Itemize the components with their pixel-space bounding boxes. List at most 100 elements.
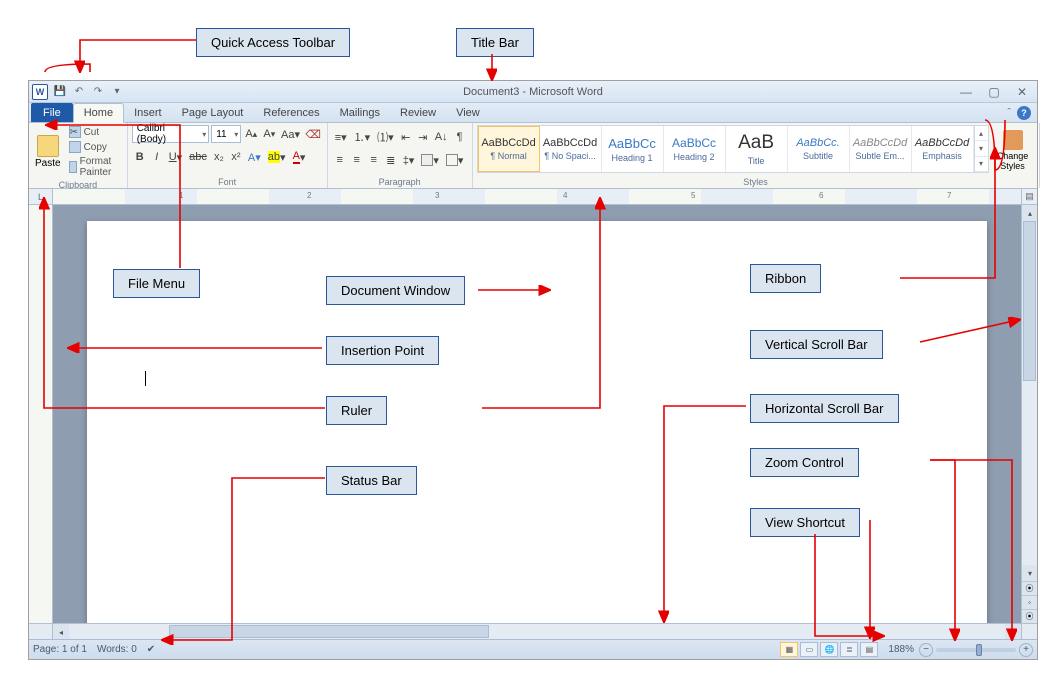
callout-status-bar: Status Bar: [326, 466, 417, 495]
text-effects-button[interactable]: A▾: [245, 148, 264, 166]
save-icon[interactable]: 💾: [51, 83, 69, 101]
scroll-down-button[interactable]: ▾: [1022, 565, 1037, 581]
style-emphasis[interactable]: AaBbCcDd Emphasis: [912, 126, 974, 172]
zoom-percent[interactable]: 188%: [886, 644, 916, 655]
align-right-button[interactable]: ≡: [366, 151, 382, 169]
underline-button[interactable]: U▾: [166, 148, 185, 166]
font-color-button[interactable]: A▾: [290, 148, 309, 166]
highlight-button[interactable]: ab▾: [265, 148, 289, 166]
style-subtle-em[interactable]: AaBbCcDd Subtle Em...: [850, 126, 912, 172]
zoom-in-button[interactable]: +: [1019, 643, 1033, 657]
sort-button[interactable]: A↓: [432, 128, 451, 146]
style-no-spacing[interactable]: AaBbCcDd ¶ No Spaci...: [540, 126, 602, 172]
tab-references[interactable]: References: [253, 103, 329, 122]
zoom-out-button[interactable]: −: [919, 643, 933, 657]
minimize-ribbon-icon[interactable]: ˆ: [1007, 107, 1011, 119]
style-label: ¶ Normal: [490, 151, 526, 161]
hscroll-thumb[interactable]: [169, 625, 489, 638]
file-tab[interactable]: File: [31, 103, 73, 122]
format-painter-button[interactable]: Format Painter: [66, 155, 123, 179]
scroll-right-button[interactable]: ▸: [1005, 624, 1021, 640]
change-styles-button[interactable]: Change Styles: [991, 125, 1035, 176]
numbering-button[interactable]: ⒈▾: [351, 128, 374, 146]
zoom-slider[interactable]: [936, 648, 1016, 652]
ruler-toggle-button[interactable]: ▤: [1021, 189, 1037, 204]
tab-home[interactable]: Home: [73, 103, 124, 123]
maximize-button[interactable]: ▢: [985, 85, 1003, 99]
redo-icon[interactable]: ↷: [89, 83, 107, 101]
cut-button[interactable]: ✂Cut: [66, 125, 123, 139]
web-layout-view-button[interactable]: 🌐: [820, 642, 838, 657]
multilevel-button[interactable]: ⑴▾: [374, 128, 397, 146]
outline-view-button[interactable]: ≣: [840, 642, 858, 657]
copy-button[interactable]: Copy: [66, 140, 123, 154]
increase-indent-button[interactable]: ⇥: [415, 128, 431, 146]
style-subtitle[interactable]: AaBbCc. Subtitle: [788, 126, 850, 172]
tab-mailings[interactable]: Mailings: [330, 103, 390, 122]
styles-more[interactable]: ▾: [975, 157, 988, 172]
proofing-icon[interactable]: ✔: [147, 644, 155, 655]
full-screen-view-button[interactable]: ▭: [800, 642, 818, 657]
vscroll-track[interactable]: [1022, 221, 1037, 565]
window-controls: — ▢ ✕: [957, 85, 1037, 99]
browse-object-button[interactable]: ◦: [1022, 595, 1037, 609]
styles-scroll-down[interactable]: ▾: [975, 141, 988, 156]
tab-page-layout[interactable]: Page Layout: [172, 103, 254, 122]
show-marks-button[interactable]: ¶: [452, 128, 468, 146]
vertical-ruler[interactable]: [29, 205, 53, 623]
minimize-button[interactable]: —: [957, 85, 975, 99]
page-indicator[interactable]: Page: 1 of 1: [33, 644, 87, 655]
shading-button[interactable]: ▾: [418, 151, 442, 169]
bold-button[interactable]: B: [132, 148, 148, 166]
font-size-combo[interactable]: 11: [211, 125, 241, 143]
zoom-slider-knob[interactable]: [976, 644, 982, 656]
borders-button[interactable]: ▾: [443, 151, 467, 169]
superscript-button[interactable]: x²: [228, 148, 244, 166]
word-app-icon: W: [32, 84, 48, 100]
align-left-button[interactable]: ≡: [332, 151, 348, 169]
previous-page-button[interactable]: ⦿: [1022, 581, 1037, 595]
style-title[interactable]: AaB Title: [726, 126, 788, 172]
undo-icon[interactable]: ↶: [70, 83, 88, 101]
style-normal[interactable]: AaBbCcDd ¶ Normal: [478, 126, 540, 172]
paste-button[interactable]: Paste: [33, 125, 63, 179]
tab-view[interactable]: View: [446, 103, 490, 122]
horizontal-ruler[interactable]: 1 2 3 4 5 6 7: [53, 189, 1021, 204]
font-name-combo[interactable]: Calibri (Body): [132, 125, 210, 143]
clear-formatting-button[interactable]: ⌫: [304, 125, 323, 143]
italic-button[interactable]: I: [149, 148, 165, 166]
justify-button[interactable]: ≣: [383, 151, 399, 169]
view-shortcuts: ▦ ▭ 🌐 ≣ ▤ 188% − +: [780, 642, 1033, 657]
grow-font-button[interactable]: A▴: [243, 125, 259, 143]
shrink-font-button[interactable]: A▾: [261, 125, 277, 143]
scroll-up-button[interactable]: ▴: [1022, 205, 1037, 221]
tab-selector[interactable]: L: [29, 189, 53, 204]
close-button[interactable]: ✕: [1013, 85, 1031, 99]
scroll-left-button[interactable]: ◂: [53, 624, 69, 640]
tab-review[interactable]: Review: [390, 103, 446, 122]
next-page-button[interactable]: ⦿: [1022, 609, 1037, 623]
strikethrough-button[interactable]: abc: [186, 148, 210, 166]
styles-scroll-up[interactable]: ▴: [975, 126, 988, 141]
hscroll-track[interactable]: [69, 624, 1005, 639]
ribbon-tabs: File Home Insert Page Layout References …: [29, 103, 1037, 123]
change-case-button[interactable]: Aa▾: [279, 125, 301, 143]
style-heading1[interactable]: AaBbCc Heading 1: [602, 126, 664, 172]
subscript-button[interactable]: x₂: [211, 148, 227, 166]
copy-icon: [69, 141, 81, 153]
callout-hscroll: Horizontal Scroll Bar: [750, 394, 899, 423]
line-spacing-button[interactable]: ‡▾: [400, 151, 418, 169]
customize-qat-icon[interactable]: ▾: [108, 83, 126, 101]
word-count[interactable]: Words: 0: [97, 644, 137, 655]
tab-insert[interactable]: Insert: [124, 103, 172, 122]
help-icon[interactable]: ?: [1017, 106, 1031, 120]
align-center-button[interactable]: ≡: [349, 151, 365, 169]
print-layout-view-button[interactable]: ▦: [780, 642, 798, 657]
decrease-indent-button[interactable]: ⇤: [398, 128, 414, 146]
style-label: Title: [748, 156, 765, 166]
bullets-button[interactable]: ≡▾: [332, 128, 350, 146]
change-styles-icon: [1003, 130, 1023, 150]
draft-view-button[interactable]: ▤: [860, 642, 878, 657]
style-heading2[interactable]: AaBbCc Heading 2: [664, 126, 726, 172]
vscroll-thumb[interactable]: [1023, 221, 1036, 381]
